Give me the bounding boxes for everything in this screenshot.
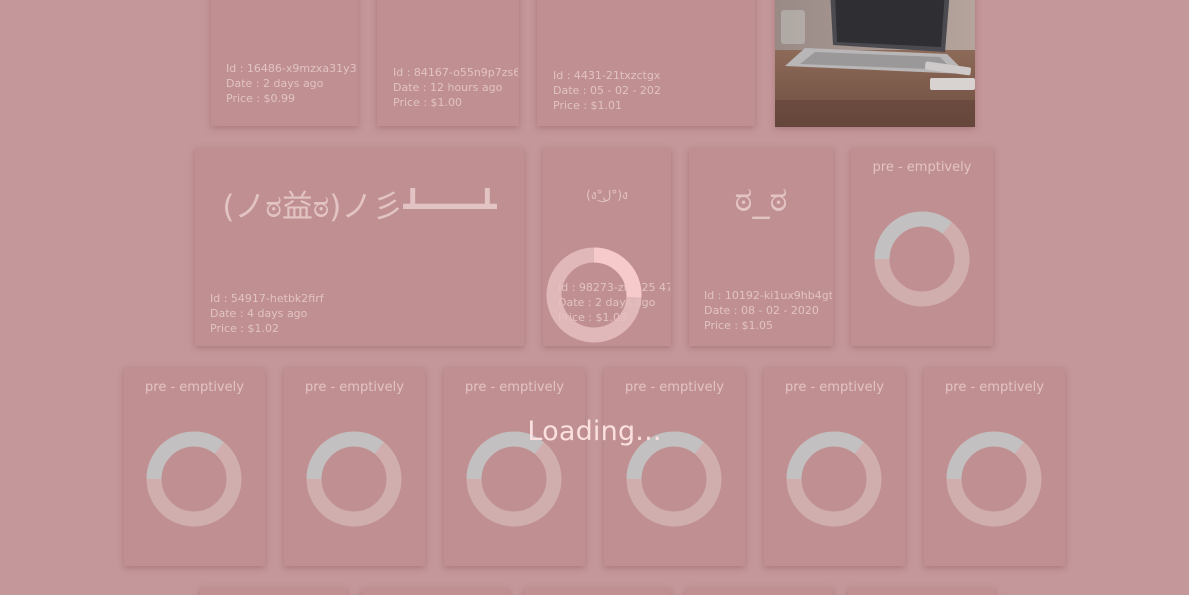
product-id: Id : 16486-x9mzxa31y3 [226,62,356,75]
placeholder-title: pre - emptively [305,380,404,395]
product-date: Date : 08 - 02 - 2020 [704,304,819,317]
placeholder-card: pre - emptively [924,368,1065,566]
placeholder-card: pre - emptively [851,148,993,346]
product-id: Id : 84167-o55n9p7zs6 [393,66,518,79]
placeholder-card [362,588,509,595]
placeholder-card: pre - emptively [444,368,585,566]
product-id: Id : 10192-ki1ux9hb4gt [704,289,832,302]
placeholder-card [524,588,671,595]
product-card[interactable]: (ノಠ益ಠ)ノ彡┻━━━┻ Id : 54917-hetbk2firf Date… [195,148,524,346]
product-meta: Id : 10192-ki1ux9hb4gt Date : 08 - 02 - … [704,288,832,333]
product-meta: Id : 16486-x9mzxa31y3 Date : 2 days ago … [226,61,356,106]
product-price: Price : $1.05 [704,319,774,332]
product-price: Price : $1.00 [393,96,463,109]
product-date: Date : 05 - 02 - 2020 [553,84,660,97]
placeholder-title: pre - emptively [945,380,1044,395]
product-emoticon: (ง°ل͜°)ง [586,188,628,202]
product-card[interactable]: ಠ_ಠ Id : 10192-ki1ux9hb4gt Date : 08 - 0… [689,148,833,346]
loading-text: Loading... [527,416,662,447]
product-price: Price : $1.02 [210,322,280,335]
placeholder-title: pre - emptively [785,380,884,395]
placeholder-title: pre - emptively [145,380,244,395]
placeholder-card [848,588,995,595]
product-card[interactable]: Id : 84167-o55n9p7zs6 Date : 12 hours ag… [377,0,519,126]
product-meta: Id : 4431-21txzctgxc4i Date : 05 - 02 - … [553,68,660,113]
product-date: Date : 4 days ago [210,307,308,320]
laptop-photo [775,0,975,127]
product-image-card[interactable] [775,0,975,127]
product-card[interactable]: Id : 16486-x9mzxa31y3 Date : 2 days ago … [211,0,358,126]
product-grid-page: Id : 16486-x9mzxa31y3 Date : 2 days ago … [0,0,1189,595]
placeholder-title: pre - emptively [872,160,972,175]
placeholder-card: pre - emptively [124,368,265,566]
placeholder-title: pre - emptively [625,380,724,395]
product-date: Date : 12 hours ago [393,81,503,94]
product-emoticon: (ノಠ益ಠ)ノ彡┻━━━┻ [222,189,497,225]
product-price: Price : $1.01 [553,99,623,112]
spinner-icon [874,211,970,307]
loading-spinner-icon [546,247,642,343]
product-meta: Id : 54917-hetbk2firf Date : 4 days ago … [210,291,410,336]
product-emoticon: ಠ_ಠ [734,180,788,220]
product-date: Date : 2 days ago [226,77,324,90]
placeholder-title: pre - emptively [465,380,564,395]
product-id: Id : 4431-21txzctgxc4i [553,69,660,82]
product-price: Price : $0.99 [226,92,296,105]
placeholder-card: pre - emptively [604,368,745,566]
product-meta: Id : 84167-o55n9p7zs6 Date : 12 hours ag… [393,65,518,110]
placeholder-card: pre - emptively [764,368,905,566]
product-card[interactable]: Id : 4431-21txzctgxc4i Date : 05 - 02 - … [537,0,755,126]
placeholder-card [686,588,833,595]
placeholder-card: pre - emptively [284,368,425,566]
product-id: Id : 54917-hetbk2firf [210,292,324,305]
placeholder-card [200,588,347,595]
